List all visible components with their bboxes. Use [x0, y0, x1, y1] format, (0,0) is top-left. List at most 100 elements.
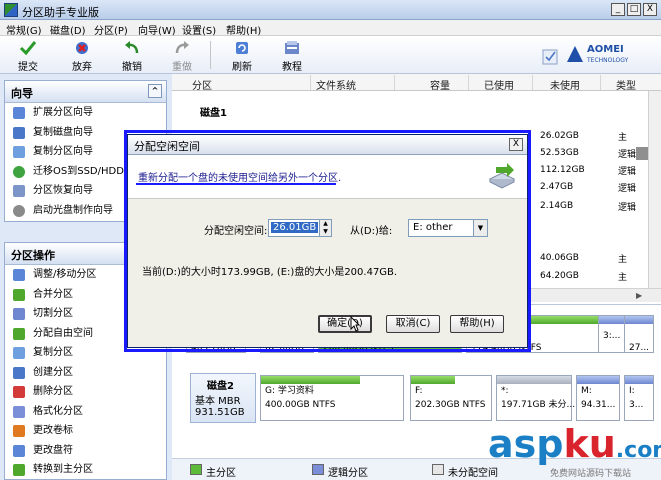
allocate-amount-spinner[interactable]: 26.01GB ▲ ▼: [268, 219, 332, 237]
col-partition[interactable]: 分区: [192, 77, 212, 92]
wizard-item-label: 复制分区向导: [33, 146, 93, 157]
undo-icon: [125, 41, 139, 54]
menu-help[interactable]: 帮助(H): [226, 22, 261, 37]
table-vertical-scrollbar[interactable]: [648, 91, 661, 288]
collapse-wizard-button[interactable]: ^: [148, 84, 162, 98]
disk2-name: 磁盘2: [207, 381, 234, 392]
legend-primary: 主分区: [206, 468, 236, 479]
tutorial-button[interactable]: 教程: [274, 38, 310, 73]
disk2-type: 基本 MBR: [195, 396, 241, 407]
allocate-free-space-dialog: 分配空闲空间 X 重新分配一个盘的未使用空间给另外一个分区. 分配空闲空间: 2…: [127, 134, 528, 348]
unused-cell: 40.06GB: [540, 253, 579, 263]
op-item-label: 合并分区: [33, 288, 73, 300]
disk1-partition-block[interactable]: 27...: [624, 315, 654, 353]
copy-icon: [13, 347, 25, 359]
watermark-subtitle: 免费网站源码下载站: [550, 469, 632, 479]
op-convert-primary[interactable]: 转换到主分区: [5, 460, 166, 480]
target-partition-value: E: other: [413, 222, 453, 233]
menu-partition[interactable]: 分区(P): [94, 22, 128, 37]
undo-button[interactable]: 撤销: [114, 38, 150, 73]
disk2-partition-block[interactable]: F: 202.30GB NTFS: [410, 375, 492, 421]
type-cell: 逻辑: [618, 167, 637, 177]
disk2-partition-block[interactable]: *: 197.71GB 未分...: [496, 375, 576, 421]
allocate-amount-value[interactable]: 26.01GB: [271, 222, 319, 233]
op-delete-partition[interactable]: 删除分区: [5, 382, 166, 402]
minimize-button[interactable]: _: [611, 3, 625, 16]
aomei-brand-subtext: TECHNOLOGY: [587, 57, 629, 64]
close-button[interactable]: X: [643, 3, 657, 16]
scroll-right-arrow[interactable]: ▶: [636, 291, 642, 300]
watermark-logo: aspku.com: [488, 422, 661, 466]
col-filesystem[interactable]: 文件系统: [316, 77, 356, 92]
menu-bar: 常规(G) 磁盘(D) 分区(P) 向导(W) 设置(S) 帮助(H): [0, 20, 661, 37]
spinner-down-icon[interactable]: ▼: [320, 228, 331, 236]
menu-general[interactable]: 常规(G): [6, 22, 42, 37]
dialog-close-button[interactable]: X: [509, 138, 523, 151]
op-change-letter[interactable]: 更改盘符: [5, 441, 166, 461]
refresh-button[interactable]: 刷新: [224, 38, 260, 73]
apply-button[interactable]: 提交: [10, 38, 46, 73]
help-button[interactable]: 帮助(H): [450, 315, 504, 333]
disk-arrow-icon: [488, 163, 516, 189]
dropdown-arrow-icon[interactable]: ▼: [473, 220, 487, 236]
wizard-extend-icon: [13, 107, 25, 119]
tutorial-icon: [285, 41, 299, 54]
ok-button[interactable]: 确定(O): [318, 315, 372, 333]
discard-button[interactable]: 放弃: [64, 38, 100, 73]
menu-disk[interactable]: 磁盘(D): [50, 22, 86, 37]
migrate-os-icon: [13, 165, 25, 178]
partition-name: F:: [415, 386, 423, 396]
col-used[interactable]: 已使用: [484, 77, 514, 92]
menu-wizard[interactable]: 向导(W): [138, 22, 176, 37]
disk2-partition-block[interactable]: G: 学习资料 400.00GB NTFS: [260, 375, 404, 421]
restore-button[interactable]: □: [627, 3, 641, 16]
disk2-partition-block[interactable]: I: 3...: [624, 375, 654, 421]
delete-icon: [13, 386, 25, 398]
partition-usage-bar: [625, 316, 653, 324]
disk2-partition-block[interactable]: M: 94.31...: [576, 375, 620, 421]
disk1-row-label[interactable]: 磁盘1: [200, 104, 227, 119]
recovery-icon: [13, 185, 25, 197]
spinner-up-icon[interactable]: ▲: [320, 220, 331, 228]
cancel-button[interactable]: 取消(C): [386, 315, 440, 333]
target-partition-select[interactable]: E: other ▼: [408, 219, 488, 237]
op-item-label: 复制分区: [33, 347, 73, 358]
legend-swatch-primary: [190, 464, 202, 475]
partition-usage-bar: [411, 376, 455, 384]
partition-info: 197.71GB 未分...: [501, 400, 576, 410]
redo-label: 重做: [172, 62, 192, 73]
partition-name: *:: [501, 386, 509, 396]
partition-usage-bar: [625, 376, 653, 384]
watermark: aspku.com 免费网站源码下载站: [488, 422, 661, 479]
partition-info: 202.30GB NTFS: [415, 400, 486, 410]
check-icon: [19, 41, 37, 56]
discard-icon: [76, 42, 88, 54]
watermark-asp: asp: [488, 422, 564, 466]
convert-icon: [13, 464, 25, 476]
redo-button[interactable]: 重做: [164, 38, 200, 73]
legend-swatch-unallocated: [432, 464, 444, 475]
menu-settings[interactable]: 设置(S): [182, 22, 216, 37]
wizard-item-extend[interactable]: 扩展分区向导: [5, 103, 166, 123]
wizard-section-header: 向导 ^: [5, 81, 166, 103]
op-item-label: 更改卷标: [33, 425, 73, 436]
unused-cell: 26.02GB: [540, 131, 579, 141]
col-unused[interactable]: 未使用: [550, 77, 580, 92]
drive-letter-icon: [13, 444, 25, 457]
spinner-buttons[interactable]: ▲ ▼: [319, 220, 331, 236]
allocate-icon: [13, 327, 25, 340]
aomei-logo: AOMEI TECHNOLOGY: [541, 40, 651, 70]
copy-partition-icon: [13, 146, 25, 158]
operations-section-title: 分区操作: [11, 249, 55, 262]
disk2-card[interactable]: 磁盘2 基本 MBR 931.51GB: [190, 373, 256, 423]
op-change-label[interactable]: 更改卷标: [5, 421, 166, 441]
col-type[interactable]: 类型: [616, 77, 636, 92]
op-format-partition[interactable]: 格式化分区: [5, 402, 166, 422]
partition-info: 400.00GB NTFS: [265, 400, 336, 410]
description-underline: [136, 183, 336, 185]
op-item-label: 调整/移动分区: [33, 269, 97, 280]
tutorial-label: 教程: [282, 62, 302, 73]
op-create-partition[interactable]: 创建分区: [5, 363, 166, 383]
allocate-amount-label: 分配空闲空间:: [204, 226, 268, 237]
col-capacity[interactable]: 容量: [430, 77, 450, 92]
